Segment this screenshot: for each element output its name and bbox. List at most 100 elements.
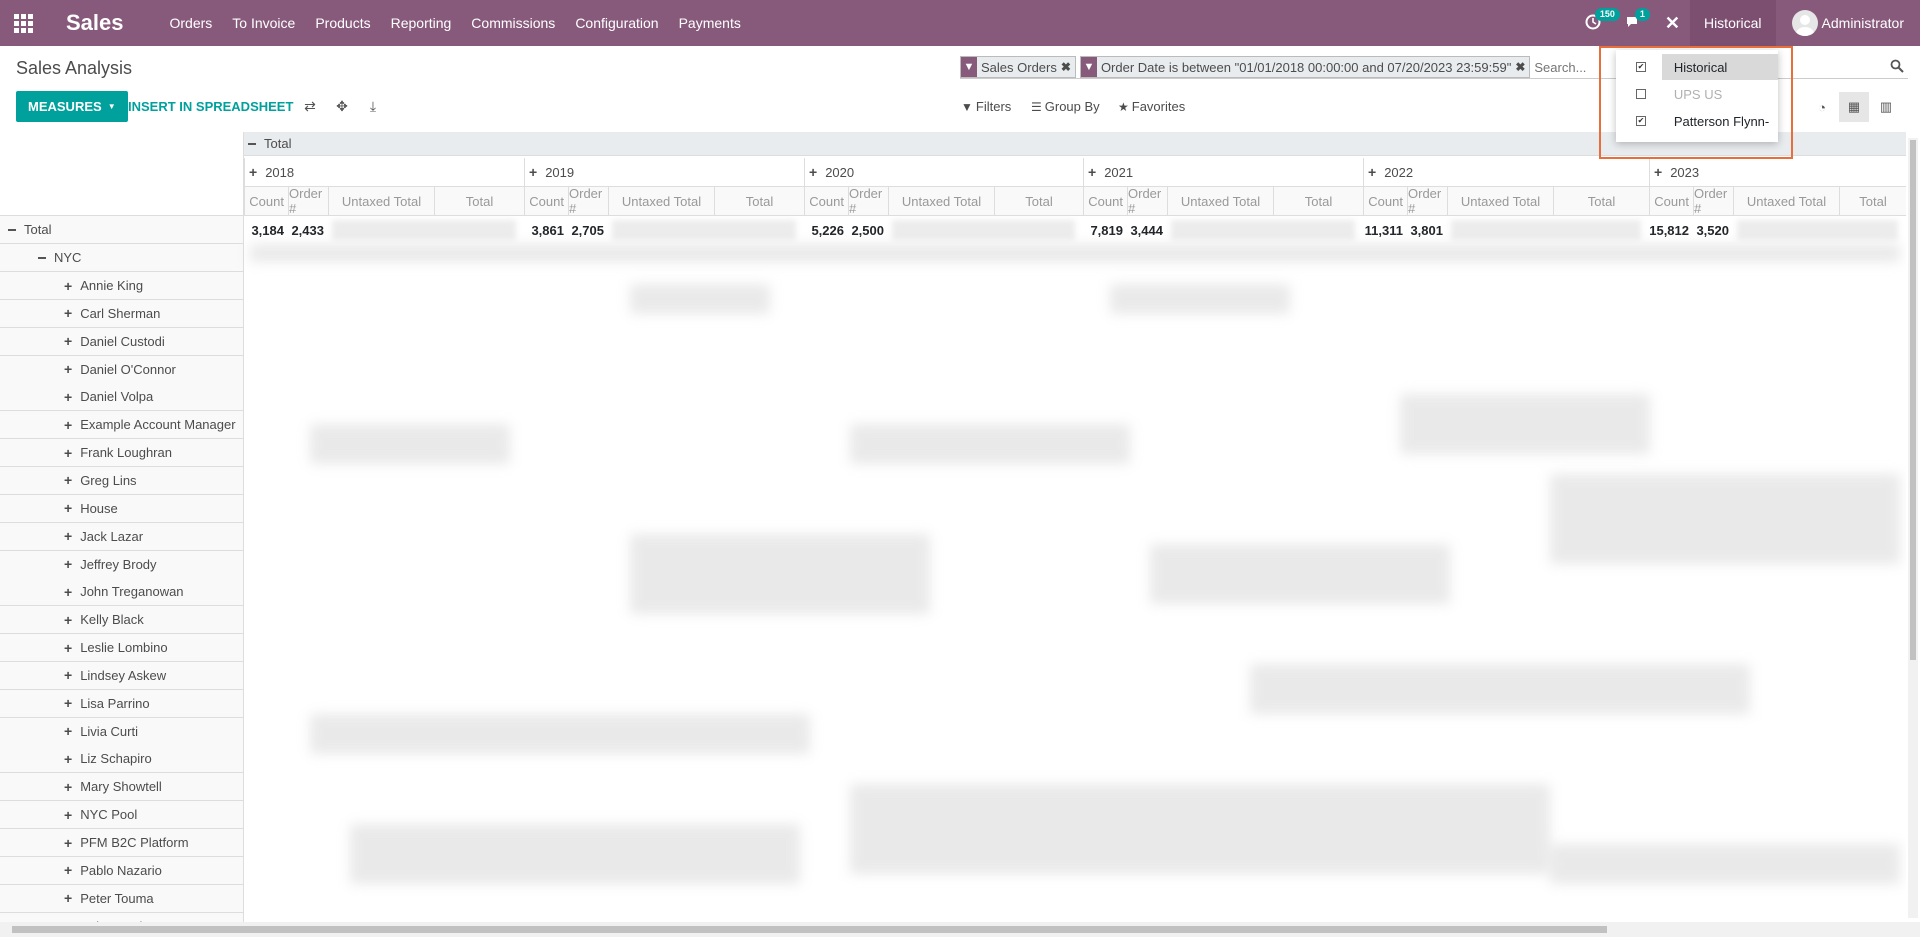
remove-facet-icon[interactable]: ✖ — [1061, 60, 1075, 74]
pivot-row-header[interactable]: + Kelly Black — [0, 606, 244, 635]
pivot-row-header[interactable]: + Daniel O'Connor — [0, 355, 244, 384]
scroll-thumb[interactable] — [1910, 140, 1916, 660]
menu-item-reporting[interactable]: Reporting — [391, 15, 452, 31]
pivot-measure-header[interactable]: Count — [1083, 187, 1127, 216]
pivot-row-header[interactable]: + Peter Touma — [0, 884, 244, 913]
pivot-row-header[interactable]: + Greg Lins — [0, 466, 244, 495]
pivot-measure-header[interactable]: Total — [1273, 187, 1363, 216]
graph-view-icon[interactable]: ▥ — [1871, 92, 1901, 122]
pivot-row-header[interactable]: + Livia Curti — [0, 717, 244, 746]
scroll-thumb[interactable] — [12, 926, 1607, 933]
vertical-scrollbar[interactable] — [1908, 138, 1918, 918]
total-count-value[interactable]: 5,226 — [804, 216, 848, 244]
pivot-measure-header[interactable]: Count — [244, 187, 288, 216]
pivot-measure-header[interactable]: Untaxed Total — [328, 187, 434, 216]
pivot-row-header[interactable]: + Example Account Manager — [0, 411, 244, 440]
pivot-row-nyc[interactable]: NYC — [0, 244, 244, 272]
flip-axis-icon[interactable]: ⇄ — [302, 98, 318, 114]
menu-item-orders[interactable]: Orders — [170, 15, 213, 31]
remove-facet-icon[interactable]: ✖ — [1515, 60, 1529, 74]
total-orders-value[interactable]: 2,433 — [288, 216, 328, 244]
pivot-measure-header[interactable]: Untaxed Total — [1447, 187, 1553, 216]
pivot-row-header[interactable]: + Daniel Volpa — [0, 383, 244, 412]
pivot-row-header[interactable]: + Mary Showtell — [0, 773, 244, 802]
pivot-row-header[interactable]: + Daniel Custodi — [0, 327, 244, 356]
app-brand[interactable]: Sales — [66, 10, 124, 36]
total-orders-value[interactable]: 3,520 — [1693, 216, 1733, 244]
pivot-row-header[interactable]: + Pablo Nazario — [0, 856, 244, 885]
filters-button[interactable]: ▼ Filters — [961, 99, 1011, 114]
company-switcher[interactable]: Historical — [1689, 0, 1776, 46]
pivot-measure-header[interactable]: Order # — [288, 186, 328, 216]
pivot-year-header[interactable]: +2022 — [1363, 158, 1649, 187]
pivot-measure-header[interactable]: Untaxed Total — [1167, 187, 1273, 216]
pivot-measure-header[interactable]: Count — [1649, 187, 1693, 216]
pivot-row-header[interactable]: + House — [0, 494, 244, 523]
pivot-year-header[interactable]: +2021 — [1083, 158, 1363, 187]
total-orders-value[interactable]: 3,444 — [1127, 216, 1167, 244]
pivot-row-header[interactable]: +Sales Pool — [0, 912, 244, 922]
pivot-measure-header[interactable]: Order # — [568, 186, 608, 216]
pivot-measure-header[interactable]: Untaxed Total — [888, 187, 994, 216]
menu-item-payments[interactable]: Payments — [679, 15, 741, 31]
total-orders-value[interactable]: 3,801 — [1407, 216, 1447, 244]
total-count-value[interactable]: 3,184 — [244, 216, 288, 244]
expand-all-icon[interactable]: ✥ — [334, 98, 350, 114]
facet-sales-orders[interactable]: ▼ Sales Orders ✖ — [960, 56, 1076, 78]
pivot-row-header[interactable]: + Jeffrey Brody — [0, 550, 244, 579]
facet-order-date[interactable]: ▼ Order Date is between "01/01/2018 00:0… — [1079, 56, 1531, 78]
pivot-row-header[interactable]: + Liz Schapiro — [0, 745, 244, 774]
pivot-measure-header[interactable]: Order # — [848, 186, 888, 216]
menu-item-to-invoice[interactable]: To Invoice — [232, 15, 295, 31]
total-count-value[interactable]: 7,819 — [1083, 216, 1127, 244]
pivot-row-header[interactable]: + Leslie Lombino — [0, 634, 244, 663]
activity-systray[interactable]: 150 — [1585, 8, 1620, 32]
pivot-year-header[interactable]: +2018 — [244, 158, 524, 187]
total-orders-value[interactable]: 2,500 — [848, 216, 888, 244]
pivot-row-header[interactable]: + NYC Pool — [0, 801, 244, 830]
pivot-row-header[interactable]: + Lisa Parrino — [0, 689, 244, 718]
total-count-value[interactable]: 11,311 — [1363, 216, 1407, 244]
group-by-button[interactable]: ☰ Group By — [1031, 99, 1100, 114]
pivot-measure-header[interactable]: Order # — [1693, 186, 1733, 216]
pivot-row-header[interactable]: + Lindsey Askew — [0, 661, 244, 690]
pivot-measure-header[interactable]: Untaxed Total — [608, 187, 714, 216]
menu-item-products[interactable]: Products — [315, 15, 370, 31]
pivot-row-header[interactable]: + Annie King — [0, 272, 244, 300]
pivot-row-header[interactable]: + Frank Loughran — [0, 439, 244, 468]
total-orders-value[interactable]: 2,705 — [568, 216, 608, 244]
total-count-value[interactable]: 15,812 — [1649, 216, 1693, 244]
pivot-measure-header[interactable]: Total — [434, 187, 524, 216]
pivot-row-header[interactable]: + Carl Sherman — [0, 299, 244, 328]
total-count-value[interactable]: 3,861 — [524, 216, 568, 244]
pivot-measure-header[interactable]: Total — [994, 187, 1083, 216]
pivot-row-header[interactable]: + PFM B2C Platform — [0, 829, 244, 857]
search-icon[interactable] — [1890, 59, 1904, 73]
horizontal-scrollbar[interactable] — [0, 922, 1920, 937]
pivot-row-header[interactable]: + John Treganowan — [0, 578, 244, 607]
measures-button[interactable]: MEASURES ▼ — [16, 91, 128, 122]
pivot-measure-header[interactable]: Count — [804, 187, 848, 216]
menu-item-configuration[interactable]: Configuration — [575, 15, 658, 31]
pivot-measure-header[interactable]: Count — [524, 187, 568, 216]
pivot-measure-header[interactable]: Total — [1839, 187, 1906, 216]
favorites-button[interactable]: ★ Favorites — [1118, 99, 1185, 114]
pivot-measure-header[interactable]: Total — [714, 187, 804, 216]
insert-in-spreadsheet-button[interactable]: INSERT IN SPREADSHEET — [128, 99, 293, 114]
pivot-measure-header[interactable]: Total — [1553, 187, 1649, 216]
pivot-view-icon[interactable]: ▦ — [1839, 92, 1869, 122]
menu-item-commissions[interactable]: Commissions — [471, 15, 555, 31]
pivot-measure-header[interactable]: Untaxed Total — [1733, 187, 1839, 216]
pivot-row-header[interactable]: + Jack Lazar — [0, 522, 244, 551]
pivot-year-header[interactable]: +2020 — [804, 158, 1083, 187]
search-input[interactable] — [1534, 59, 1595, 75]
download-icon[interactable]: ⤓ — [365, 98, 381, 114]
dashboard-view-icon[interactable]: ◔ — [1807, 92, 1837, 122]
pivot-measure-header[interactable]: Order # — [1127, 186, 1167, 216]
pivot-year-header[interactable]: +2023 — [1649, 158, 1906, 187]
pivot-year-header[interactable]: +2019 — [524, 158, 804, 187]
apps-menu-icon[interactable] — [0, 0, 46, 46]
pivot-row-total[interactable]: Total — [0, 216, 244, 244]
messages-systray[interactable]: 1 — [1625, 8, 1650, 32]
debug-close-icon[interactable]: ✕ — [1665, 13, 1680, 34]
